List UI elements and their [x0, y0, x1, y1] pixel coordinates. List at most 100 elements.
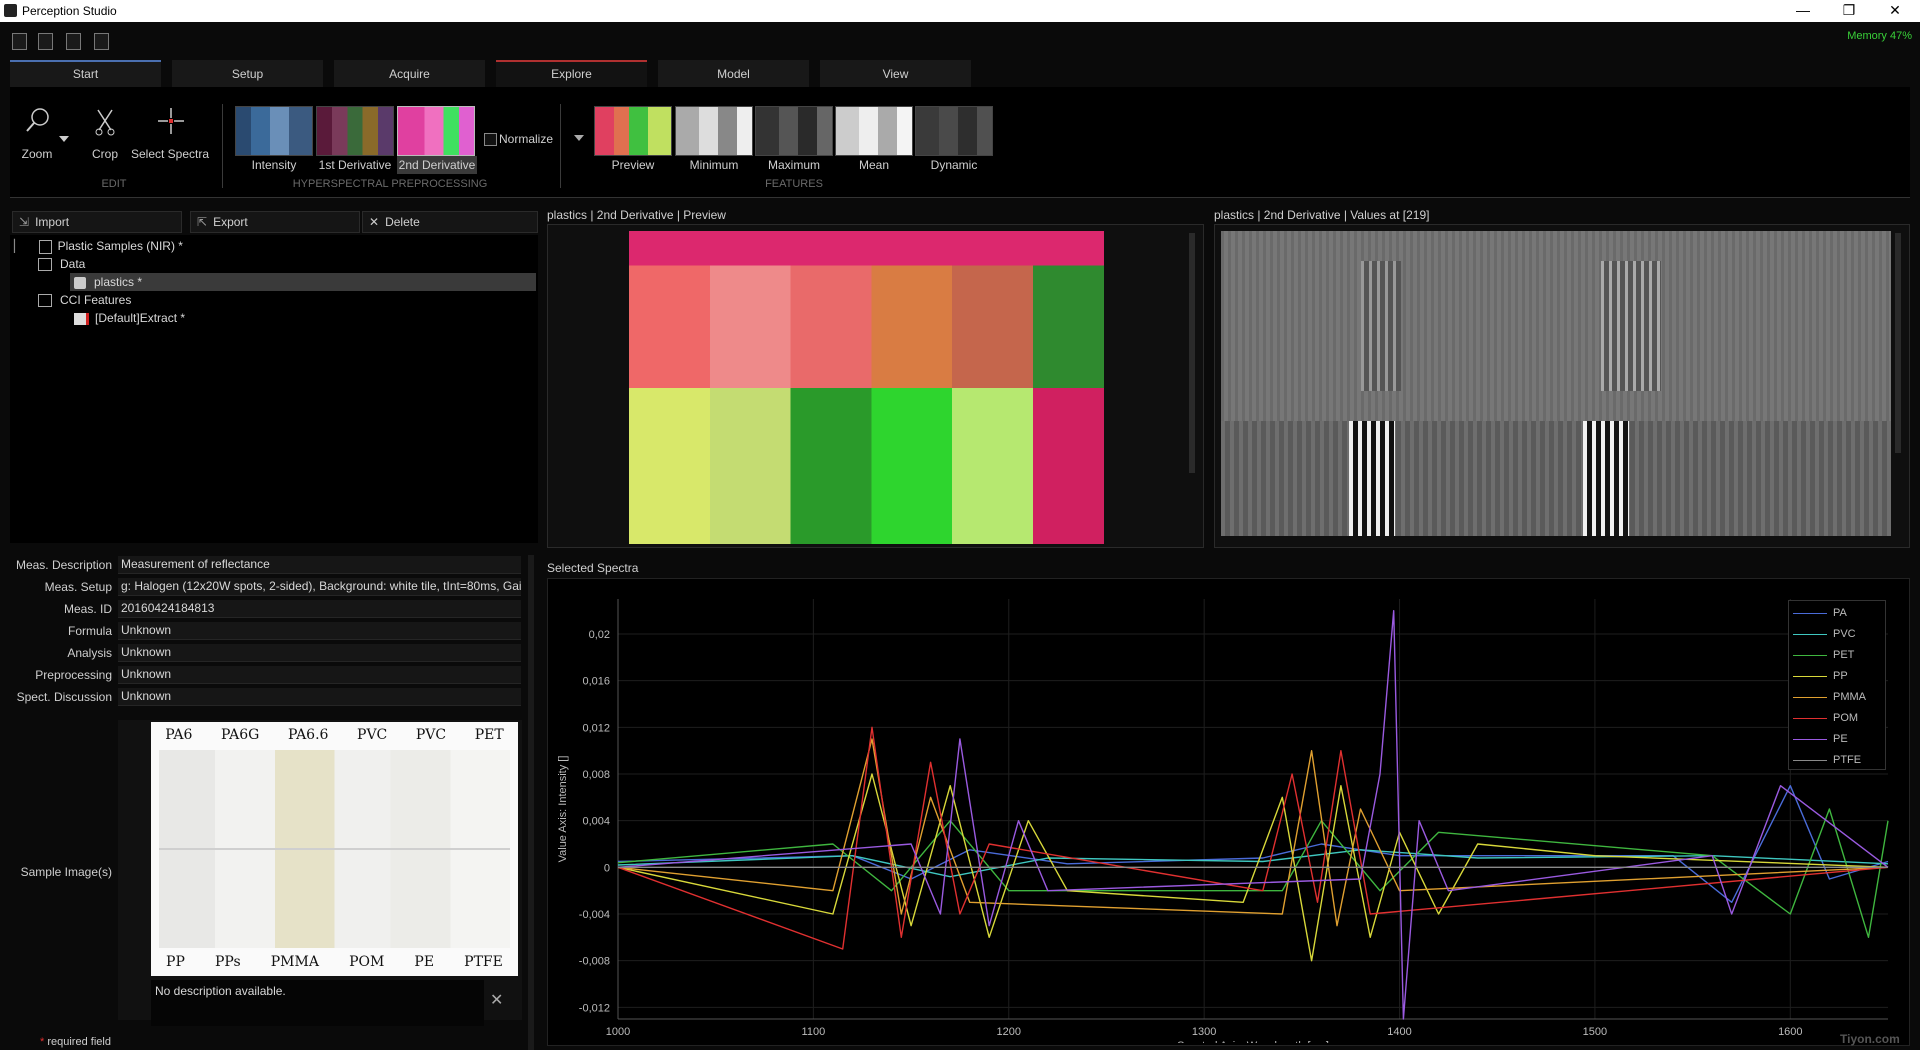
series-line-pe: [617, 610, 1889, 1020]
select-spectra-crosshair-icon[interactable]: [156, 106, 186, 136]
first-derivative-thumbnail[interactable]: [316, 106, 394, 156]
legend-label: PE: [1833, 733, 1848, 745]
tree-item-extract[interactable]: [Default]Extract *: [70, 309, 536, 327]
prop-value-setup[interactable]: g: Halogen (12x20W spots, 2-sided), Back…: [118, 578, 521, 596]
crop-scissors-icon[interactable]: [92, 106, 118, 136]
preview-scrollbar[interactable]: [1189, 233, 1195, 473]
y-tick-label: 0,016: [582, 676, 610, 688]
crop-label[interactable]: Crop: [82, 147, 128, 161]
chart-legend: PA PVC PET PP PMMA POM PE PTFE: [1788, 600, 1886, 770]
spectra-chart[interactable]: 0,02 0,016 0,012 0,008 0,004 0 -0,004 -0,008 -0,…: [548, 579, 1907, 1043]
minimum-thumbnail[interactable]: [675, 106, 753, 156]
legend-item-pa: PA: [1793, 603, 1881, 624]
legend-swatch: [1793, 654, 1827, 656]
sample-label: PE: [414, 954, 435, 970]
minimum-label[interactable]: Minimum: [675, 158, 753, 172]
preview-feature-label[interactable]: Preview: [594, 158, 672, 172]
zoom-label[interactable]: Zoom: [14, 147, 60, 161]
project-icon: [38, 239, 52, 254]
legend-label: PVC: [1833, 628, 1856, 640]
chevron-down-icon[interactable]: [574, 135, 584, 143]
preprocessing-group-label: HYPERSPECTRAL PREPROCESSING: [292, 178, 488, 190]
second-derivative-thumbnail[interactable]: [397, 106, 475, 156]
tab-model[interactable]: Model: [658, 60, 809, 87]
tree-item-plastics[interactable]: plastics *: [70, 273, 536, 291]
close-button[interactable]: ✕: [1875, 2, 1915, 20]
legend-label: PMMA: [1833, 691, 1866, 703]
preview-thumbnail[interactable]: [594, 106, 672, 156]
maximum-label[interactable]: Maximum: [755, 158, 833, 172]
window-title: Perception Studio: [22, 4, 117, 18]
image-description[interactable]: No description available.: [151, 980, 484, 1026]
legend-item-pom: POM: [1793, 708, 1881, 729]
new-file-icon[interactable]: [12, 33, 27, 50]
second-derivative-label[interactable]: 2nd Derivative: [397, 156, 477, 174]
intensity-thumbnail[interactable]: [235, 106, 313, 156]
dynamic-thumbnail[interactable]: [915, 106, 993, 156]
collapse-icon[interactable]: ▏: [14, 239, 23, 253]
prop-value-preprocessing[interactable]: Unknown: [118, 666, 521, 684]
title-bar: Perception Studio — ❐ ✕: [0, 0, 1920, 22]
legend-swatch: [1793, 759, 1827, 761]
intensity-label[interactable]: Intensity: [235, 158, 313, 172]
prop-label-discussion: Spect. Discussion: [16, 690, 112, 704]
delete-button[interactable]: ✕ Delete: [362, 211, 538, 233]
prop-label-analysis: Analysis: [67, 646, 112, 660]
import-label: Import: [35, 215, 70, 229]
zoom-icon[interactable]: [24, 106, 54, 136]
legend-label: POM: [1833, 712, 1859, 724]
import-button[interactable]: ⇲ Import: [12, 211, 182, 233]
values-image[interactable]: [1221, 231, 1891, 536]
x-tick-label: 1100: [802, 1026, 826, 1038]
tree-item-project[interactable]: ▏ Plastic Samples (NIR) *: [14, 237, 534, 255]
values-band: [1349, 421, 1395, 536]
remove-image-close-icon[interactable]: ✕: [490, 990, 503, 1010]
legend-label: PP: [1833, 670, 1848, 682]
normalize-checkbox[interactable]: [484, 133, 497, 146]
app-logo-icon: [4, 4, 17, 17]
legend-item-ptfe: PTFE: [1793, 750, 1881, 771]
prop-value-analysis[interactable]: Unknown: [118, 644, 521, 662]
mean-label[interactable]: Mean: [835, 158, 913, 172]
restore-button[interactable]: ❐: [1829, 2, 1869, 20]
new-folder-icon[interactable]: [38, 33, 53, 50]
prop-value-description[interactable]: Measurement of reflectance: [118, 556, 521, 574]
folder-icon: [38, 258, 52, 272]
series-line-pet: [617, 808, 1889, 938]
export-icon: ⇱: [197, 215, 208, 229]
hyperspectral-preview-image[interactable]: [629, 231, 1104, 544]
ribbon-divider: [560, 104, 561, 188]
save-all-icon[interactable]: [94, 33, 109, 50]
normalize-label[interactable]: Normalize: [499, 132, 553, 146]
x-tick-label: 1600: [1778, 1026, 1802, 1038]
prop-value-formula[interactable]: Unknown: [118, 622, 521, 640]
tab-explore[interactable]: Explore: [496, 60, 647, 87]
legend-item-pmma: PMMA: [1793, 687, 1881, 708]
legend-swatch: [1793, 612, 1827, 614]
mean-thumbnail[interactable]: [835, 106, 913, 156]
tree-item-data[interactable]: Data: [14, 255, 534, 273]
tab-setup[interactable]: Setup: [172, 60, 323, 87]
maximum-thumbnail[interactable]: [755, 106, 833, 156]
sample-label: POM: [349, 954, 385, 970]
tab-start[interactable]: Start: [10, 60, 161, 87]
legend-item-pp: PP: [1793, 666, 1881, 687]
select-spectra-label[interactable]: Select Spectra: [130, 147, 210, 161]
export-button[interactable]: ⇱ Export: [190, 211, 360, 233]
required-text: required field: [47, 1036, 111, 1048]
save-icon[interactable]: [66, 33, 81, 50]
required-asterisk: *: [40, 1036, 45, 1048]
tree-project-label: Plastic Samples (NIR) *: [57, 239, 183, 253]
chevron-down-icon[interactable]: [59, 136, 69, 144]
values-scrollbar[interactable]: [1895, 233, 1901, 453]
minimize-button[interactable]: —: [1783, 2, 1823, 20]
tab-acquire[interactable]: Acquire: [334, 60, 485, 87]
sample-label: PMMA: [270, 954, 319, 970]
prop-value-id[interactable]: 20160424184813: [118, 600, 521, 618]
prop-value-discussion[interactable]: Unknown: [118, 688, 521, 706]
left-scrollbar[interactable]: [528, 555, 534, 1050]
first-derivative-label[interactable]: 1st Derivative: [314, 158, 396, 172]
dynamic-label[interactable]: Dynamic: [915, 158, 993, 172]
tree-item-cci-features[interactable]: CCI Features: [14, 291, 534, 309]
tab-view[interactable]: View: [820, 60, 971, 87]
